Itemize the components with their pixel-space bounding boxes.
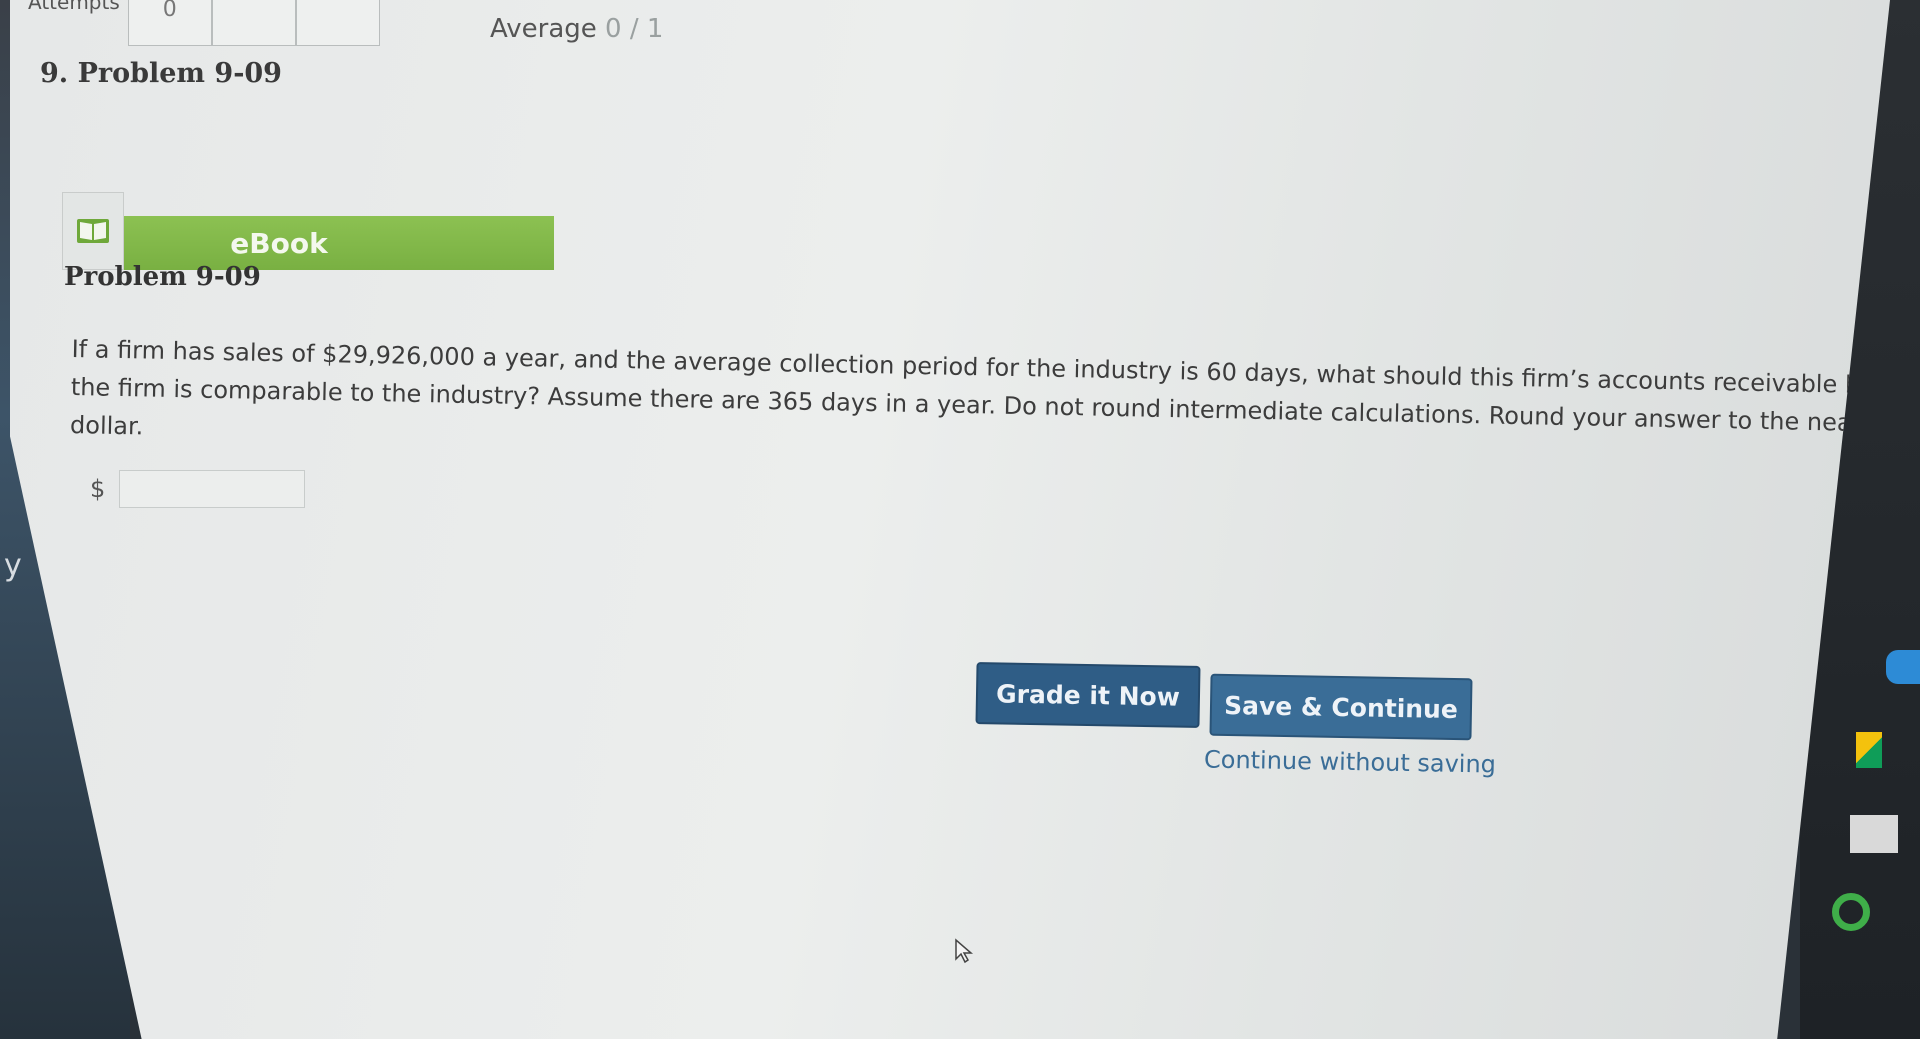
assignment-page: Attempts 0 Average 0 / 1 9. Problem 9-09… [10, 0, 1890, 1039]
answer-row: $ [90, 470, 306, 508]
average-score: Average 0 / 1 [490, 14, 663, 44]
mouse-cursor-icon [954, 938, 974, 968]
ebook-bar[interactable]: eBook [62, 192, 554, 270]
average-value: 0 / 1 [605, 14, 664, 44]
bezel-drive-icon [1856, 732, 1882, 768]
attempts-label: Attempts [28, 0, 120, 14]
answer-input[interactable] [119, 470, 306, 508]
save-continue-button[interactable]: Save & Continue [1209, 673, 1473, 741]
problem-header: 9. Problem 9-09 [40, 58, 282, 89]
bezel-ring-icon [1832, 893, 1870, 931]
attempts-cell [211, 0, 296, 46]
attempts-cell [295, 0, 380, 46]
currency-symbol: $ [90, 475, 106, 503]
continue-without-saving-link[interactable]: Continue without saving [1204, 745, 1496, 778]
rail-letter: y [4, 548, 22, 583]
attempts-count: 0 [127, 0, 212, 46]
average-label: Average [490, 14, 597, 44]
attempts-row: Attempts 0 [28, 0, 380, 46]
bezel-blue-icon [1886, 650, 1920, 684]
problem-title: Problem 9-09 [64, 262, 261, 292]
question-text: If a firm has sales of $29,926,000 a yea… [69, 334, 1898, 441]
grade-it-now-button[interactable]: Grade it Now [975, 662, 1201, 728]
book-icon[interactable] [62, 192, 124, 270]
bezel-tile-icon [1850, 815, 1898, 853]
